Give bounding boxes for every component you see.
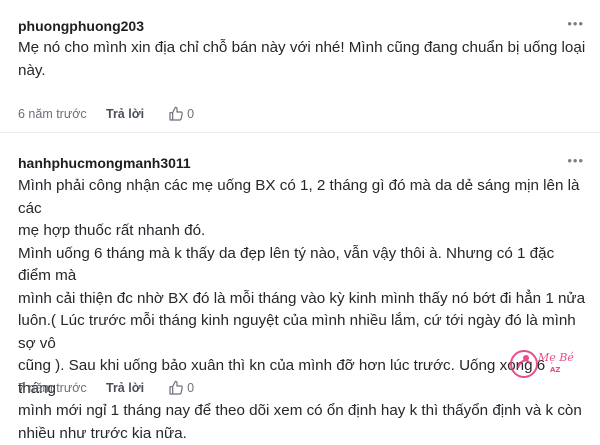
like-count: 0 [187,381,195,395]
more-options-icon[interactable]: ••• [567,16,584,31]
reply-button[interactable]: Trả lời [106,107,144,121]
thumbs-up-icon [169,106,183,121]
like-count: 0 [187,107,195,121]
like-button[interactable]: 0 [168,106,194,122]
thumbs-up-icon [169,380,183,395]
like-button[interactable]: 0 [168,380,194,396]
comment-text: Mẹ nó cho mình xin địa chỉ chỗ bán này v… [18,39,586,79]
more-options-icon[interactable]: ••• [567,153,584,168]
comment-username[interactable]: phuongphuong203 [18,18,144,34]
comment-username[interactable]: hanhphucmongmanh3011 [18,155,191,171]
comment-time: 6 năm trước [18,107,87,121]
mebe-az-watermark-logo: Mẹ Bé AZ [510,350,574,378]
comment-meta: 7 năm trước Trả lời 0 [18,380,194,396]
comment-meta: 6 năm trước Trả lời 0 [18,106,194,122]
comment-1: phuongphuong203 ••• Mẹ nó cho mình xin đ… [0,0,600,133]
watermark-text-2: AZ [550,366,561,374]
comment-text: Mình phải công nhận các mẹ uống BX có 1,… [18,177,586,442]
comment-time: 7 năm trước [18,381,87,395]
reply-button[interactable]: Trả lời [106,381,144,395]
watermark-text-1: Mẹ Bé [537,351,574,364]
